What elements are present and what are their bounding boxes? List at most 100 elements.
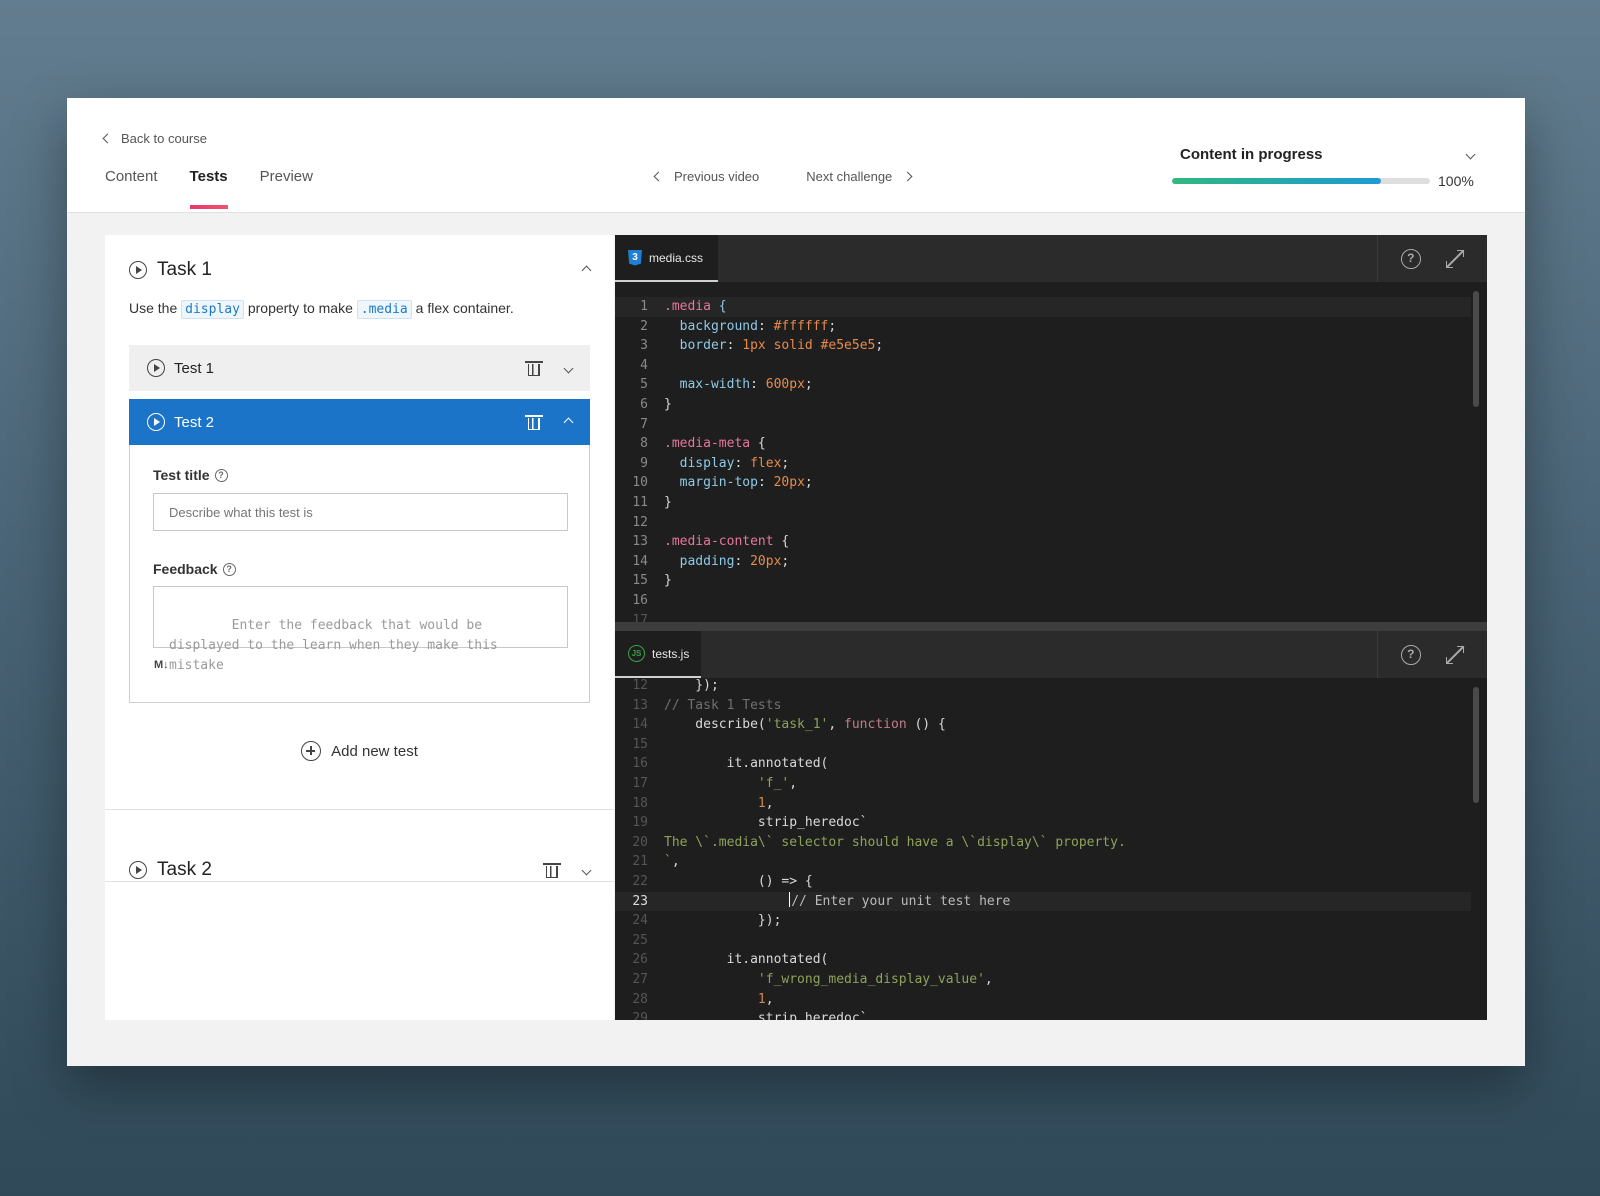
css-editor: 3 media.css ? 1 .media { 2 background: #f… — [615, 235, 1487, 622]
desc-text: Use the — [129, 300, 178, 316]
css-editor-header: 3 media.css ? — [615, 235, 1487, 282]
status-dropdown[interactable]: Content in progress — [1172, 146, 1482, 163]
chevron-down-icon[interactable] — [581, 865, 592, 875]
code-line: 17 'f_', — [632, 775, 798, 791]
feedback-label: Feedback ? — [153, 561, 236, 577]
progress-row: 100% — [1172, 173, 1482, 189]
test-2-row[interactable]: Test 2 — [129, 399, 590, 445]
tests-editor-header: JS tests.js ? — [615, 631, 1487, 678]
tests-filename: tests.js — [652, 646, 690, 661]
test-title-label: Test title ? — [153, 467, 228, 483]
code-line: 24 }); — [632, 913, 782, 929]
code-line: 22 () => { — [632, 873, 813, 889]
app-window: Back to course Content Tests Preview Pre… — [67, 98, 1525, 1066]
task-1-description: Use the display property to make .media … — [129, 296, 514, 322]
test-1-row[interactable]: Test 1 — [129, 345, 590, 391]
progress-percent: 100% — [1438, 173, 1474, 189]
code-line: 29 strip_heredoc` — [632, 1011, 868, 1020]
feedback-label-text: Feedback — [153, 561, 218, 577]
test-2-label: Test 2 — [174, 413, 215, 431]
previous-video-label: Previous video — [674, 169, 760, 184]
add-new-test-button[interactable]: Add new test — [105, 741, 614, 761]
code-line: 14 describe('task_1', function () { — [632, 717, 946, 733]
code-line: 10 margin-top: 20px; — [632, 475, 813, 491]
code-line: 15 — [632, 736, 648, 752]
chevron-left-icon — [102, 133, 113, 143]
code-line: 25 — [632, 932, 648, 948]
tests-file-tab[interactable]: JS tests.js — [615, 631, 701, 678]
play-circle-icon — [129, 861, 147, 879]
code-line: 5 max-width: 600px; — [640, 377, 813, 393]
test-1-label: Test 1 — [174, 359, 215, 377]
code-line: 23 // Enter your unit test here — [615, 891, 1471, 912]
chevron-up-icon[interactable] — [563, 417, 574, 427]
feedback-textarea[interactable]: Enter the feedback that would be display… — [153, 586, 568, 673]
code-line: 28 1, — [632, 991, 774, 1007]
help-icon[interactable]: ? — [1400, 248, 1421, 269]
code-line: 19 strip_heredoc` — [632, 815, 868, 831]
code-line: 21 `, — [632, 854, 680, 870]
trash-icon[interactable] — [543, 862, 561, 878]
trash-icon[interactable] — [525, 414, 543, 430]
code-line: 13// Task 1 Tests — [632, 697, 782, 713]
plus-circle-icon — [301, 741, 322, 761]
feedback-placeholder: Enter the feedback that would be display… — [169, 618, 506, 673]
desc-text: property to make — [247, 300, 353, 316]
test-2-form: Test title ? Feedback ? Enter the feedba… — [129, 445, 590, 703]
lesson-navigation: Previous video Next challenge — [653, 169, 913, 184]
chevron-right-icon — [902, 171, 913, 182]
next-challenge-label: Next challenge — [806, 169, 893, 184]
nodejs-icon: JS — [628, 645, 645, 662]
divider — [105, 809, 614, 810]
progress-bar — [1172, 178, 1430, 184]
code-line: 4 — [640, 357, 648, 373]
css-file-tab[interactable]: 3 media.css — [615, 235, 718, 282]
code-line: 12 }); — [632, 678, 719, 693]
play-circle-icon — [147, 413, 165, 431]
editor-splitter[interactable] — [615, 622, 1487, 631]
css-code[interactable]: 1 .media { 2 background: #ffffff; 3 borde… — [615, 297, 1471, 622]
task-1-header[interactable]: Task 1 — [105, 235, 614, 305]
tab-tests[interactable]: Tests — [189, 168, 228, 209]
tests-code[interactable]: 12 }); 13// Task 1 Tests 14 describe('ta… — [615, 676, 1471, 1020]
play-circle-icon — [147, 359, 165, 377]
expand-icon[interactable] — [1446, 645, 1465, 664]
code-line: 3 border: 1px solid #e5e5e5; — [640, 338, 884, 354]
previous-video-link[interactable]: Previous video — [653, 169, 760, 184]
code-chip-media: .media — [356, 300, 412, 319]
help-icon[interactable]: ? — [222, 562, 236, 576]
code-line: 14 padding: 20px; — [632, 553, 790, 569]
test-title-label-text: Test title — [153, 467, 210, 483]
tab-content[interactable]: Content — [105, 168, 158, 209]
play-circle-icon — [129, 261, 147, 279]
help-icon[interactable]: ? — [1400, 644, 1421, 665]
code-chip-display: display — [181, 300, 244, 319]
chevron-up-icon[interactable] — [581, 265, 592, 275]
code-line: 9 display: flex; — [640, 455, 790, 471]
code-line: 26 it.annotated( — [632, 952, 829, 968]
content-status: Content in progress 100% — [1172, 146, 1482, 189]
trash-icon[interactable] — [525, 360, 543, 376]
task-2-header[interactable]: Task 2 — [105, 835, 614, 905]
help-icon[interactable]: ? — [214, 468, 228, 482]
back-to-course-link[interactable]: Back to course — [102, 128, 207, 148]
next-challenge-link[interactable]: Next challenge — [806, 169, 913, 184]
add-test-label: Add new test — [331, 742, 418, 760]
code-line: 17 — [632, 612, 648, 623]
tasks-panel: Task 1 Use the display property to make … — [105, 235, 614, 1020]
test-title-input[interactable] — [153, 493, 568, 531]
tab-preview[interactable]: Preview — [260, 168, 313, 209]
expand-icon[interactable] — [1446, 249, 1465, 268]
css-editor-tools: ? — [1377, 235, 1487, 282]
scrollbar[interactable] — [1473, 291, 1479, 407]
editor-tabs: Content Tests Preview — [105, 168, 345, 209]
code-line: 18 1, — [632, 795, 774, 811]
code-line: 1 .media { — [615, 297, 1471, 317]
scrollbar[interactable] — [1473, 687, 1479, 803]
chevron-down-icon[interactable] — [563, 363, 574, 373]
code-line: 7 — [640, 416, 648, 432]
code-line: 20 The \`.media\` selector should have a … — [632, 834, 1126, 850]
code-line: 13 .media-content { — [632, 534, 790, 550]
chevron-left-icon — [653, 171, 664, 182]
back-label: Back to course — [121, 130, 207, 146]
